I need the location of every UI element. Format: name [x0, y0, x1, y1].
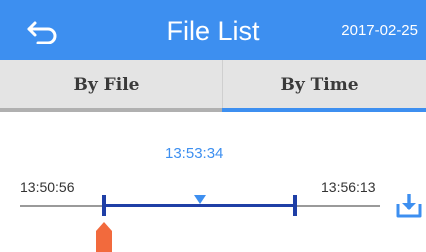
- end-time-label: 13:56:13: [321, 179, 376, 195]
- timeline-panel: 13:53:34 13:50:56 13:56:13: [0, 112, 426, 252]
- tab-divider: [222, 60, 223, 112]
- range-start-handle[interactable]: [102, 195, 106, 216]
- header-bar: File List 2017-02-25: [0, 0, 426, 60]
- start-time-label: 13:50:56: [20, 179, 75, 195]
- range-end-handle[interactable]: [293, 195, 297, 216]
- tab-by-file[interactable]: By File: [0, 60, 213, 112]
- selected-range: [104, 204, 295, 207]
- header-date: 2017-02-25: [341, 22, 418, 39]
- playhead-pin-icon[interactable]: [94, 222, 114, 252]
- current-time-label: 13:53:34: [165, 145, 224, 162]
- current-position-marker-icon: [194, 195, 206, 204]
- download-icon[interactable]: [396, 192, 422, 218]
- tab-bar: By File By Time: [0, 60, 426, 112]
- tab-by-time[interactable]: By Time: [213, 60, 426, 112]
